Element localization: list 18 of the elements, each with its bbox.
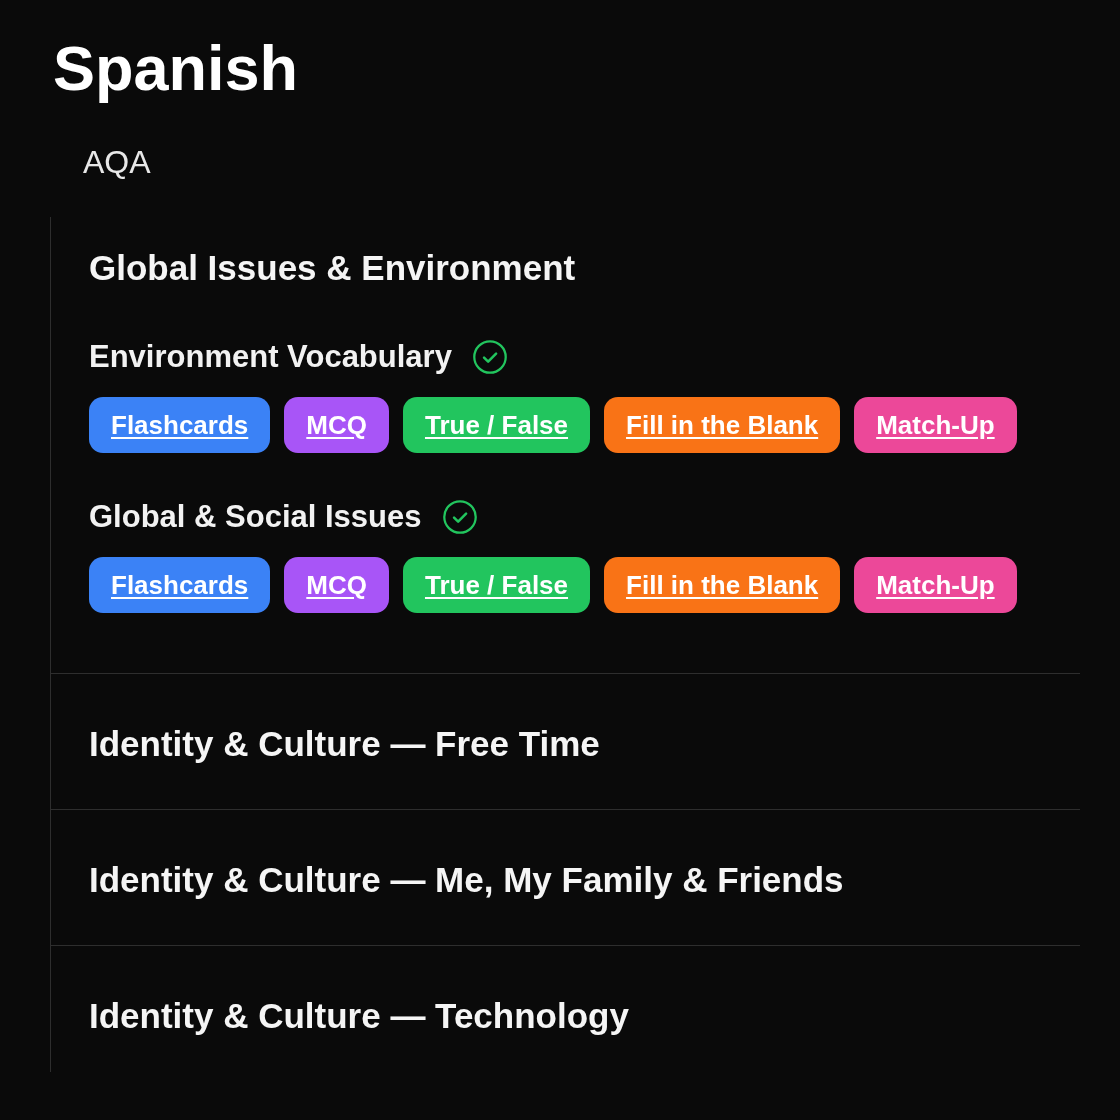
- exam-board-label: AQA: [83, 143, 151, 182]
- section-header[interactable]: Identity & Culture — Technology: [89, 993, 629, 1038]
- activity-link[interactable]: True / False: [402, 396, 591, 453]
- activity-link[interactable]: Fill in the Blank: [604, 396, 841, 453]
- activity-link[interactable]: MCQ: [284, 396, 389, 453]
- section-header[interactable]: Identity & Culture — Me, My Family & Friends: [89, 857, 844, 902]
- topic-title: Environment Vocabulary: [89, 337, 452, 376]
- activity-link[interactable]: True / False: [402, 556, 591, 613]
- activity-link[interactable]: Fill in the Blank: [604, 556, 841, 613]
- activity-link[interactable]: Flashcards: [89, 396, 271, 453]
- activity-link[interactable]: Match-Up: [854, 556, 1017, 613]
- topic-title: Global & Social Issues: [89, 497, 422, 536]
- section-header[interactable]: Global Issues & Environment: [89, 245, 576, 290]
- section-header[interactable]: Identity & Culture — Free Time: [89, 721, 600, 766]
- activity-link[interactable]: MCQ: [284, 556, 389, 613]
- activity-link[interactable]: Match-Up: [854, 396, 1017, 453]
- activity-link[interactable]: Flashcards: [89, 556, 271, 613]
- page-title: Spanish: [53, 32, 299, 105]
